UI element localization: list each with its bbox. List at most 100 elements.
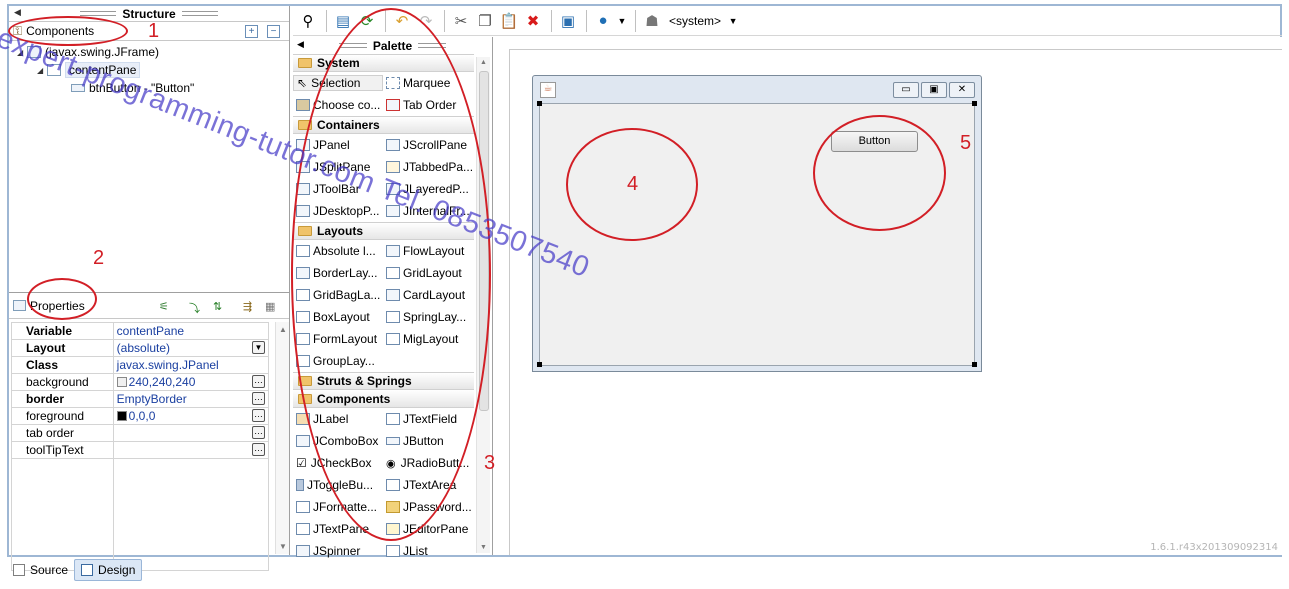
dropdown-arrow-icon[interactable]: ▼	[616, 10, 628, 32]
dropdown-arrow-icon[interactable]: ▼	[721, 10, 745, 32]
toolbar-separator	[444, 9, 445, 32]
toolbar-separator	[326, 9, 327, 32]
tab-label: Source	[30, 563, 69, 577]
more-button[interactable]: …	[252, 426, 265, 439]
scroll-up-icon[interactable]: ▲	[279, 325, 287, 334]
test-gui-icon[interactable]: ⚲	[297, 10, 319, 32]
grip-icon	[80, 11, 117, 16]
properties-scrollbar[interactable]: ▲ ▼	[275, 322, 289, 554]
property-key: Variable	[11, 322, 114, 340]
property-value-cell[interactable]: EmptyBorder …	[112, 390, 270, 408]
property-key: toolTipText	[11, 441, 114, 459]
dropdown-arrow-icon[interactable]: ▼	[252, 341, 265, 354]
jlist-icon	[386, 545, 400, 557]
collapse-arrow-icon[interactable]: ◀	[297, 39, 304, 50]
scroll-down-icon[interactable]: ▼	[480, 544, 487, 551]
tab-design[interactable]: Design	[74, 559, 143, 581]
property-key: foreground	[11, 407, 114, 425]
properties-icon	[13, 300, 26, 311]
property-row[interactable]: background 240,240,240…	[11, 373, 270, 391]
look-and-feel-label[interactable]: <system>	[669, 14, 721, 28]
more-button[interactable]: …	[252, 392, 265, 405]
canvas-ruler-horizontal	[509, 49, 1282, 50]
palette-row: JSpinner JList	[293, 540, 474, 562]
annotation-number-4: 4	[627, 173, 639, 195]
code-icon[interactable]: ▤	[332, 10, 354, 32]
close-icon[interactable]: ✕	[949, 82, 975, 98]
property-value-cell[interactable]: …	[112, 424, 270, 442]
version-label: 1.6.1.r43x201309092314	[1150, 542, 1278, 553]
property-row[interactable]: Class javax.swing.JPanel	[11, 356, 270, 374]
property-row[interactable]: tab order …	[11, 424, 270, 442]
property-value[interactable]: javax.swing.JPanel	[112, 356, 270, 374]
property-row[interactable]: Variable contentPane	[11, 322, 270, 340]
property-row-empty	[11, 458, 270, 571]
property-value-cell[interactable]: …	[112, 441, 270, 459]
scroll-up-icon[interactable]: ▲	[480, 59, 487, 66]
scroll-down-icon[interactable]: ▼	[279, 542, 287, 551]
expand-all-icon[interactable]: +	[245, 25, 258, 38]
property-value: 240,240,240	[128, 375, 196, 389]
look-and-feel-icon[interactable]: ☗	[641, 10, 663, 32]
more-button[interactable]: …	[252, 443, 265, 456]
jformattedtextfield-icon	[296, 501, 310, 513]
paste-icon[interactable]: 📋	[498, 10, 520, 32]
property-row[interactable]: border EmptyBorder …	[11, 390, 270, 408]
properties-view-icon[interactable]: ▣	[557, 10, 579, 32]
tab-source[interactable]: Source	[7, 559, 74, 581]
resize-handle[interactable]	[537, 101, 542, 106]
annotation-circle-3	[291, 8, 491, 541]
tab-label: Design	[98, 563, 136, 577]
structure-title: Structure	[122, 6, 176, 21]
annotation-number-2: 2	[93, 247, 105, 269]
show-advanced-icon[interactable]: ⇶	[243, 300, 252, 313]
cut-icon[interactable]: ✂	[450, 10, 472, 32]
property-row[interactable]: Layout (absolute) ▼	[11, 339, 270, 357]
toolbar-separator	[635, 9, 636, 32]
resize-handle[interactable]	[537, 362, 542, 367]
palette-item-jlist[interactable]: JList	[383, 544, 473, 558]
property-value-cell[interactable]: 0,0,0…	[112, 407, 270, 425]
palette-item-jspinner[interactable]: JSpinner	[293, 544, 383, 558]
jframe-title-bar[interactable]: ☕ ▭ ▣ ✕	[533, 76, 981, 103]
property-value: EmptyBorder	[116, 392, 187, 406]
jcombobox-icon	[296, 435, 310, 447]
restore-defaults-icon[interactable]: ▦	[265, 300, 275, 313]
toolbar-separator	[586, 9, 587, 32]
property-value[interactable]: contentPane	[112, 322, 270, 340]
minimize-icon[interactable]: ▭	[893, 82, 919, 98]
resize-handle[interactable]	[972, 362, 977, 367]
source-icon	[13, 564, 25, 576]
arrow-cursor-icon: ⇖	[297, 76, 308, 90]
editor-tabs: Source Design	[7, 559, 143, 583]
resize-handle[interactable]	[972, 101, 977, 106]
editor-frame: ◀ Structure ⚿ Components + − ◢ (javax.sw…	[7, 4, 1282, 571]
globe-icon[interactable]: ●	[592, 10, 614, 32]
empty-cell	[11, 458, 114, 571]
collapse-all-icon[interactable]: −	[267, 25, 280, 38]
property-key: border	[11, 390, 114, 408]
properties-panel: Properties ⚟ ⤵ ⇅ ⇶ ▦ Variable contentPan…	[9, 292, 289, 571]
property-row[interactable]: foreground 0,0,0…	[11, 407, 270, 425]
palette-item-label: JSpinner	[313, 544, 361, 558]
show-events-icon[interactable]: ⚟	[159, 300, 169, 313]
copy-icon[interactable]: ❐	[474, 10, 496, 32]
properties-table: Variable contentPane Layout (absolute) ▼ …	[11, 322, 270, 571]
property-value: (absolute)	[116, 341, 171, 355]
more-button[interactable]: …	[252, 409, 265, 422]
property-row[interactable]: toolTipText …	[11, 441, 270, 459]
jtextpane-icon	[296, 523, 310, 535]
goto-definition-icon[interactable]: ⤵	[189, 300, 200, 316]
collapse-arrow-icon[interactable]: ◀	[14, 7, 21, 18]
property-value-cell[interactable]: (absolute) ▼	[112, 339, 270, 357]
property-value-cell[interactable]: 240,240,240 …	[112, 373, 270, 391]
convert-local-icon[interactable]: ⇅	[213, 300, 222, 313]
annotation-number-5: 5	[960, 132, 972, 154]
palette-item-label: JList	[403, 544, 428, 558]
maximize-icon[interactable]: ▣	[921, 82, 947, 98]
color-swatch	[116, 411, 127, 421]
delete-icon[interactable]: ✖	[522, 10, 544, 32]
annotation-circle-5	[813, 115, 946, 231]
empty-cell	[112, 458, 270, 571]
more-button[interactable]: …	[252, 375, 265, 388]
